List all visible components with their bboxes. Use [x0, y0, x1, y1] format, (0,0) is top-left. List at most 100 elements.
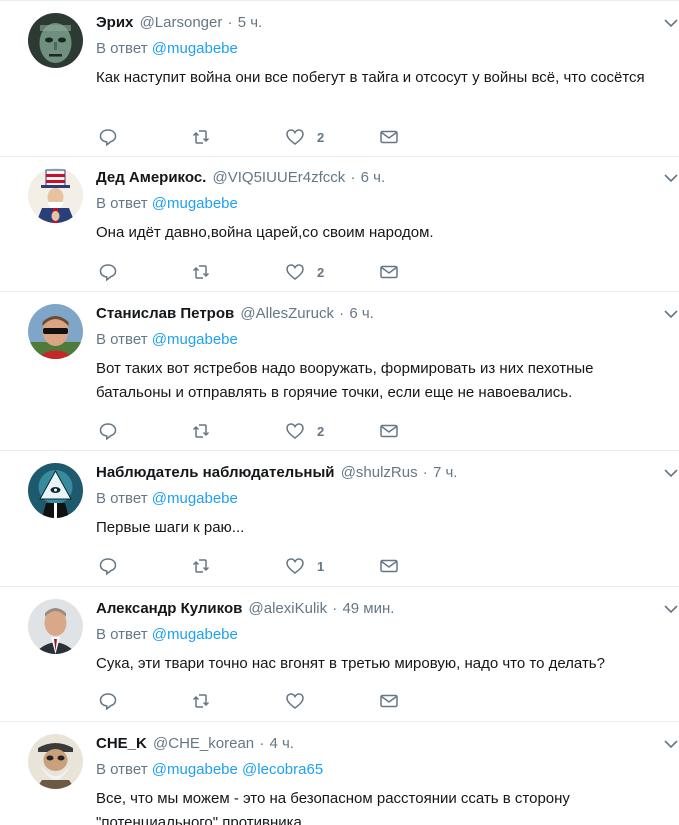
- mention-link[interactable]: @mugabebe: [152, 40, 238, 57]
- reply-icon: [99, 264, 117, 282]
- chevron-down-icon[interactable]: [663, 465, 679, 481]
- retweet-icon: [192, 424, 210, 438]
- author-name[interactable]: Наблюдатель наблюдательный: [96, 464, 335, 481]
- like-count: 2: [317, 129, 325, 145]
- tweet-header: Станислав Петров @AllesZuruck · 6 ч.: [96, 304, 374, 324]
- reply-prefix: В ответ: [96, 40, 148, 57]
- tweet-header: Дед Америкос. @VIQ5IUUEr4zfcck · 6 ч.: [96, 168, 385, 188]
- direct-message-button[interactable]: [379, 420, 399, 442]
- author-handle[interactable]: @shulzRus: [341, 464, 418, 481]
- avatar[interactable]: [28, 13, 83, 68]
- author-name[interactable]: Эрих: [96, 14, 133, 31]
- tweet-item[interactable]: CHE_K @CHE_korean · 4 ч. В ответ @mugabe…: [0, 722, 679, 825]
- tweet-time[interactable]: 7 ч.: [433, 464, 458, 481]
- envelope-icon: [380, 265, 398, 279]
- retweet-button[interactable]: [191, 261, 211, 283]
- avatar[interactable]: [28, 304, 83, 359]
- tweet-text: Как наступит война они все побегут в тай…: [96, 69, 645, 86]
- retweet-button[interactable]: [191, 126, 211, 148]
- separator-dot: ·: [422, 464, 428, 481]
- mention-link[interactable]: @mugabebe: [152, 761, 238, 778]
- author-handle[interactable]: @alexiKulik: [249, 600, 328, 617]
- direct-message-button[interactable]: [379, 555, 399, 577]
- tweet-text: Все, что мы можем - это на безопасном ра…: [96, 790, 570, 825]
- tweet-time[interactable]: 49 мин.: [342, 600, 394, 617]
- heart-icon: [286, 558, 304, 574]
- tweet-header: Александр Куликов @alexiKulik · 49 мин.: [96, 599, 394, 619]
- eye-pyramid-avatar-icon: [28, 463, 83, 518]
- reply-icon: [99, 693, 117, 711]
- separator-dot: ·: [339, 305, 345, 322]
- retweet-button[interactable]: [191, 690, 211, 712]
- author-name[interactable]: Дед Америкос.: [96, 169, 206, 186]
- tweet-time[interactable]: 4 ч.: [269, 735, 294, 752]
- reply-context: В ответ @mugabebe: [96, 625, 238, 645]
- mention-link[interactable]: @lecobra65: [242, 761, 323, 778]
- avatar[interactable]: [28, 463, 83, 518]
- tweet-header: Наблюдатель наблюдательный @shulzRus · 7…: [96, 463, 457, 483]
- like-button[interactable]: 2: [285, 261, 324, 283]
- reply-button[interactable]: [98, 261, 118, 283]
- reply-button[interactable]: [98, 690, 118, 712]
- tweet-text: Она идёт давно,война царей,со своим наро…: [96, 224, 434, 241]
- reply-button[interactable]: [98, 555, 118, 577]
- chevron-down-icon[interactable]: [663, 306, 679, 322]
- avatar[interactable]: [28, 168, 83, 223]
- reply-context: В ответ @mugabebe: [96, 39, 238, 59]
- separator-dot: ·: [350, 169, 356, 186]
- direct-message-button[interactable]: [379, 126, 399, 148]
- tweet-item[interactable]: Александр Куликов @alexiKulik · 49 мин. …: [0, 587, 679, 722]
- tweet-item[interactable]: Эрих @Larsonger · 5 ч. В ответ @mugabebe…: [0, 0, 679, 157]
- tweet-item[interactable]: Дед Америкос. @VIQ5IUUEr4zfcck · 6 ч. В …: [0, 156, 679, 292]
- like-button[interactable]: 2: [285, 420, 324, 442]
- retweet-icon: [192, 130, 210, 144]
- tweet-time[interactable]: 6 ч.: [349, 305, 374, 322]
- mention-link[interactable]: @mugabebe: [152, 195, 238, 212]
- heart-icon: [286, 693, 304, 709]
- author-handle[interactable]: @Larsonger: [140, 14, 223, 31]
- tweet-item[interactable]: Станислав Петров @AllesZuruck · 6 ч. В о…: [0, 292, 679, 451]
- chevron-down-icon[interactable]: [663, 170, 679, 186]
- tweet-time[interactable]: 5 ч.: [238, 14, 263, 31]
- direct-message-button[interactable]: [379, 690, 399, 712]
- author-handle[interactable]: @CHE_korean: [153, 735, 254, 752]
- reply-button[interactable]: [98, 126, 118, 148]
- reply-context: В ответ @mugabebe @lecobra65: [96, 760, 323, 780]
- chevron-down-icon[interactable]: [663, 15, 679, 31]
- author-handle[interactable]: @AllesZuruck: [240, 305, 334, 322]
- reply-icon: [99, 129, 117, 147]
- author-name[interactable]: Александр Куликов: [96, 600, 242, 617]
- separator-dot: ·: [227, 14, 233, 31]
- man-sunglasses-avatar-icon: [28, 304, 83, 359]
- mention-link[interactable]: @mugabebe: [152, 626, 238, 643]
- reply-icon: [99, 558, 117, 576]
- tweet-item[interactable]: Наблюдатель наблюдательный @shulzRus · 7…: [0, 451, 679, 587]
- heart-icon: [286, 264, 304, 280]
- mention-link[interactable]: @mugabebe: [152, 490, 238, 507]
- tweet-header: CHE_K @CHE_korean · 4 ч.: [96, 734, 294, 754]
- tweet-time[interactable]: 6 ч.: [361, 169, 386, 186]
- avatar[interactable]: [28, 599, 83, 654]
- like-button[interactable]: 1: [285, 555, 324, 577]
- like-count: 2: [317, 423, 325, 439]
- chevron-down-icon[interactable]: [663, 736, 679, 752]
- chevron-down-icon[interactable]: [663, 601, 679, 617]
- retweet-button[interactable]: [191, 420, 211, 442]
- retweet-button[interactable]: [191, 555, 211, 577]
- author-handle[interactable]: @VIQ5IUUEr4zfcck: [213, 169, 346, 186]
- reply-context: В ответ @mugabebe: [96, 489, 238, 509]
- envelope-icon: [380, 559, 398, 573]
- tweet-text: Сука, эти твари точно нас вгонят в треть…: [96, 655, 605, 672]
- reply-button[interactable]: [98, 420, 118, 442]
- like-count: 1: [317, 558, 325, 574]
- avatar[interactable]: [28, 734, 83, 789]
- like-button[interactable]: [285, 690, 317, 712]
- mention-link[interactable]: @mugabebe: [152, 331, 238, 348]
- author-name[interactable]: Станислав Петров: [96, 305, 234, 322]
- reply-context: В ответ @mugabebe: [96, 194, 238, 214]
- reply-prefix: В ответ: [96, 195, 148, 212]
- direct-message-button[interactable]: [379, 261, 399, 283]
- author-name[interactable]: CHE_K: [96, 735, 147, 752]
- like-button[interactable]: 2: [285, 126, 324, 148]
- reply-prefix: В ответ: [96, 331, 148, 348]
